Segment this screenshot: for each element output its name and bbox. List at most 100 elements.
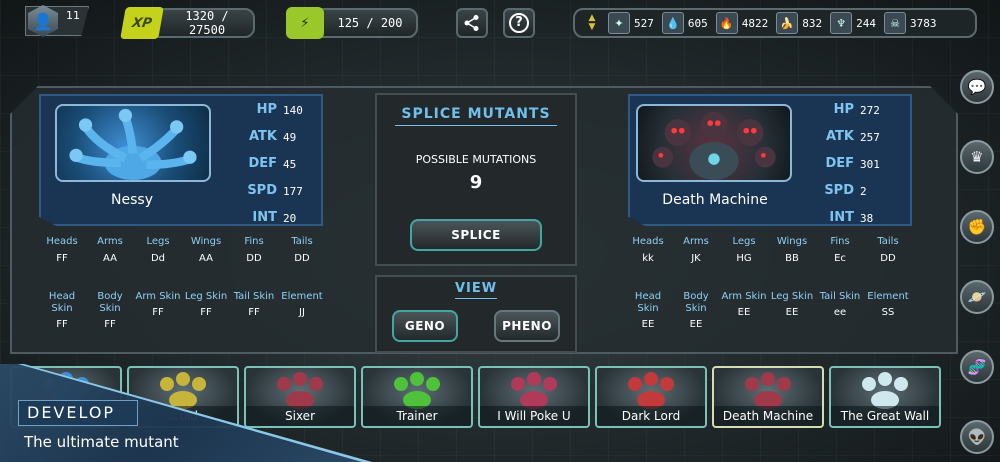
wings-emblem-button[interactable]: ♛ xyxy=(960,140,994,174)
gene-cell: Leg Skin FF xyxy=(182,291,230,318)
gene-value: EE xyxy=(737,307,751,318)
planet-icon: 🪐 xyxy=(967,288,987,306)
gene-label: Head Skin xyxy=(48,291,76,314)
gene-value: FF xyxy=(56,253,68,264)
gene-label: Wings xyxy=(190,236,222,247)
gene-label: Element xyxy=(867,291,909,302)
roster-tile-name: Trainer xyxy=(363,406,471,426)
gene-label: Element xyxy=(281,291,323,302)
stat-value: 2 xyxy=(860,185,867,198)
gene-label: Arm Skin xyxy=(721,291,767,302)
gene-cell: Fins Ec xyxy=(816,236,864,264)
gene-label: Leg Skin xyxy=(184,291,228,302)
right-mutant-portrait xyxy=(636,104,792,182)
resource-item[interactable]: 🍌 832 xyxy=(776,12,827,34)
share-button[interactable] xyxy=(456,8,488,38)
stat-row-atk: ATK 49 xyxy=(215,129,323,149)
stat-row-atk: ATK 257 xyxy=(792,129,902,149)
resource-item[interactable]: 🔥 4822 xyxy=(715,12,774,34)
gene-label: Body Skin xyxy=(97,291,123,314)
gene-value: FF xyxy=(248,307,260,318)
stat-value: 177 xyxy=(283,185,303,198)
gene-cell: Arms AA xyxy=(86,236,134,264)
resource-item[interactable]: ♆ 244 xyxy=(830,12,881,34)
gene-label: Body Skin xyxy=(683,291,709,314)
geno-button[interactable]: GENO xyxy=(392,310,458,342)
planet-button[interactable]: 🪐 xyxy=(960,280,994,314)
roster-tile[interactable]: Trainer xyxy=(361,366,473,428)
left-mutant-portrait xyxy=(55,104,211,182)
stat-label: SPD xyxy=(824,183,854,198)
resource-value: 3783 xyxy=(910,16,937,30)
alien-head-button[interactable]: 👽 xyxy=(960,420,994,454)
pheno-button[interactable]: PHENO xyxy=(494,310,560,342)
gene-label: Tail Skin xyxy=(233,291,275,302)
stat-label: DEF xyxy=(248,156,277,171)
roster-tile[interactable]: I Will Poke U xyxy=(478,366,590,428)
gene-cell: Tails DD xyxy=(278,236,326,264)
gene-cell: Heads FF xyxy=(38,236,86,264)
roster-tile-name: Death Machine xyxy=(714,406,822,426)
gene-cell: Fins DD xyxy=(230,236,278,264)
stat-value: 301 xyxy=(860,158,880,171)
gene-label: Arms xyxy=(97,236,123,247)
stat-label: SPD xyxy=(247,183,277,198)
promo-subtitle: The ultimate mutant xyxy=(24,433,179,451)
roster-tile[interactable]: The Great Wall xyxy=(829,366,941,428)
chevron-down-icon: ▼ xyxy=(588,22,596,32)
gene-value: DD xyxy=(246,253,262,264)
gene-value: EE xyxy=(641,319,655,330)
gene-value: DD xyxy=(880,253,896,264)
stat-label: HP xyxy=(256,102,277,117)
right-mutant-card[interactable]: Death Machine HP 272 ATK 257 DEF 301 SPD 2 INT 38 xyxy=(628,94,912,226)
resource-item[interactable]: ☠ 3783 xyxy=(884,12,942,34)
xp-icon: XP xyxy=(120,7,164,39)
xp-counter: XP 1320 / 27500 xyxy=(120,7,255,39)
view-title[interactable]: VIEW xyxy=(377,281,575,296)
resource-item[interactable]: 💧 605 xyxy=(661,12,713,34)
stat-value: 20 xyxy=(283,212,297,225)
player-level: 11 xyxy=(66,9,80,22)
resource-item[interactable]: ✦ 527 xyxy=(608,12,659,34)
fist-button[interactable]: ✊ xyxy=(960,210,994,244)
left-mutant-name: Nessy xyxy=(111,192,153,208)
roster-tile[interactable]: Dark Lord xyxy=(595,366,707,428)
view-title-underline xyxy=(455,298,497,299)
gene-value: FF xyxy=(200,307,212,318)
chat-button[interactable]: 💬 xyxy=(960,70,994,104)
gene-cell: Legs Dd xyxy=(134,236,182,264)
gene-cell: Tail Skin ee xyxy=(816,291,864,318)
gene-cell: Tail Skin FF xyxy=(230,291,278,318)
stat-row-hp: HP 272 xyxy=(792,102,902,122)
gene-value: JJ xyxy=(299,307,305,318)
gene-label: Tails xyxy=(877,236,899,247)
gene-value: BB xyxy=(785,253,799,264)
roster-tile-name: I Will Poke U xyxy=(480,406,588,426)
gene-value: FF xyxy=(104,319,116,330)
gene-label: Wings xyxy=(776,236,808,247)
stat-label: INT xyxy=(829,210,854,225)
collapse-toggle[interactable]: ▲ ▼ xyxy=(579,11,605,35)
share-icon xyxy=(464,15,479,31)
stat-row-def: DEF 45 xyxy=(215,156,323,176)
roster-tile[interactable]: Sixer xyxy=(244,366,356,428)
xp-value: 1320 / 27500 xyxy=(185,9,229,37)
gene-label: Arm Skin xyxy=(135,291,181,302)
gene-cell: Tails DD xyxy=(864,236,912,264)
resource-value: 4822 xyxy=(741,16,769,30)
gene-cell: Arm Skin FF xyxy=(134,291,182,318)
stat-label: ATK xyxy=(249,129,277,144)
splice-button[interactable]: SPLICE xyxy=(410,219,542,251)
dna-button[interactable]: 🧬 xyxy=(960,350,994,384)
splice-title-underline xyxy=(395,125,557,126)
left-mutant-card[interactable]: Nessy HP 140 ATK 49 DEF 45 SPD 177 INT 20 xyxy=(39,94,323,226)
splice-title: SPLICE MUTANTS xyxy=(401,106,551,122)
gene-value: EE xyxy=(689,319,703,330)
top-bar: 👤 11 XP 1320 / 27500 ⚡ 125 / 200 ? ▲ ▼ ✦… xyxy=(0,0,1000,46)
help-button[interactable]: ? xyxy=(503,8,535,38)
gene-label: Fins xyxy=(244,236,264,247)
stat-row-hp: HP 140 xyxy=(215,102,323,122)
fist-icon: ✊ xyxy=(967,218,987,236)
right-mutant-name: Death Machine xyxy=(662,192,768,208)
roster-tile[interactable]: Death Machine xyxy=(712,366,824,428)
